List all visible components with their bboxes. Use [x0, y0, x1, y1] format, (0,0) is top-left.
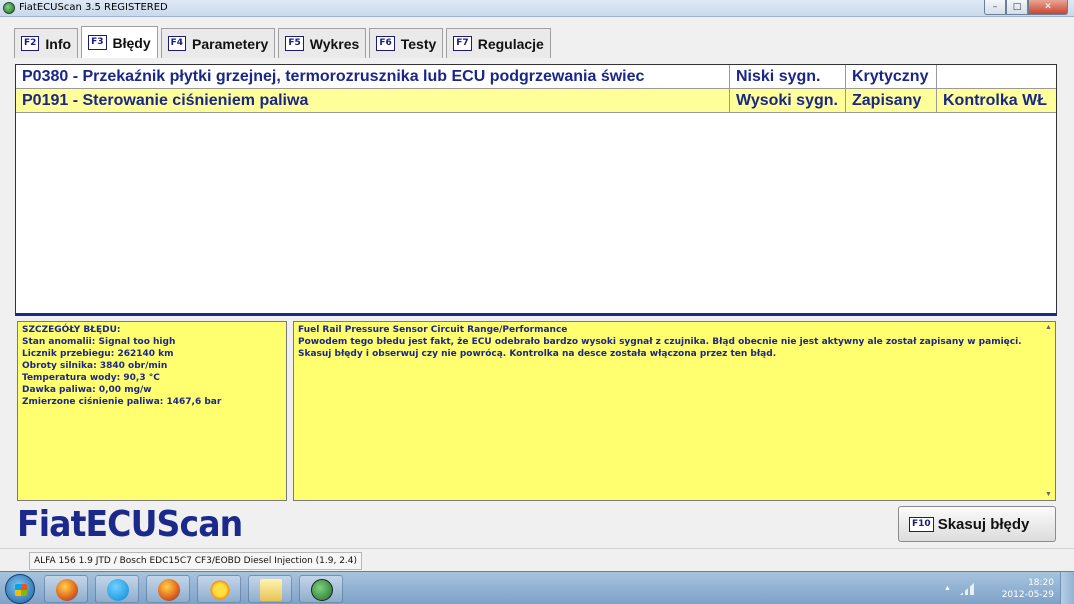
start-button-icon[interactable]: [5, 574, 35, 604]
fiatecuscan-logo: FiatECUScan: [17, 504, 243, 545]
close-button[interactable]: ✕: [1028, 0, 1068, 15]
error-description-panel[interactable]: Fuel Rail Pressure Sensor Circuit Range/…: [293, 321, 1056, 501]
window-controls: – □ ✕: [984, 0, 1068, 17]
taskbar: ▲ 18:20 2012-05-29: [0, 571, 1074, 604]
details-heading: SZCZEGÓŁY BŁĘDU:: [22, 325, 121, 335]
details-line: Zmierzone ciśnienie paliwa: 1467,6 bar: [22, 397, 222, 407]
tab-label: Regulacje: [477, 35, 544, 52]
status-bar: ALFA 156 1.9 JTD / Bosch EDC15C7 CF3/EOB…: [0, 548, 1074, 571]
description-title: Fuel Rail Pressure Sensor Circuit Range/…: [298, 325, 568, 335]
error-list: P0380 - Przekaźnik płytki grzejnej, term…: [15, 64, 1057, 316]
error-status: Zapisany: [846, 89, 937, 112]
error-details-text: SZCZEGÓŁY BŁĘDU: Stan anomalii: Signal t…: [18, 322, 286, 410]
tab-wykres[interactable]: F5 Wykres: [278, 28, 367, 58]
firefox-icon[interactable]: [44, 575, 88, 603]
tab-label: Info: [45, 35, 72, 52]
show-desktop-button[interactable]: [1060, 572, 1074, 604]
error-description: P0191 - Sterowanie ciśnieniem paliwa: [16, 89, 730, 112]
tab-label: Testy: [400, 35, 437, 52]
error-status: Krytyczny: [846, 65, 937, 88]
description-line: Skasuj błędy i obserwuj czy nie powrócą.…: [298, 349, 777, 359]
scroll-down-icon[interactable]: ▼: [1045, 491, 1052, 498]
details-line: Dawka paliwa: 0,00 mg/w: [22, 385, 152, 395]
minimize-button[interactable]: –: [984, 0, 1006, 15]
sun-icon[interactable]: [197, 575, 241, 603]
clock-date: 2012-05-29: [1001, 590, 1054, 600]
maximize-button[interactable]: □: [1006, 0, 1028, 15]
f7-key-icon: F7: [453, 36, 472, 51]
error-description: P0380 - Przekaźnik płytki grzejnej, term…: [16, 65, 730, 88]
error-lamp: Kontrolka WŁ: [943, 92, 1047, 109]
clock[interactable]: 18:20 2012-05-29: [1002, 577, 1054, 601]
error-row-selected[interactable]: P0191 - Sterowanie ciśnieniem paliwa Wys…: [16, 89, 1056, 113]
tab-label: Parametery: [192, 35, 269, 52]
f4-key-icon: F4: [167, 36, 187, 51]
error-description-text: Fuel Rail Pressure Sensor Circuit Range/…: [294, 322, 1055, 362]
clear-errors-button[interactable]: F10 Skasuj błędy: [898, 506, 1056, 542]
tab-bledy[interactable]: F3 Błędy: [81, 26, 158, 58]
details-line: Temperatura wody: 90,3 °C: [22, 373, 160, 383]
tab-label: Wykres: [309, 35, 360, 52]
details-line: Obroty silnika: 3840 obr/min: [22, 361, 168, 371]
tab-regulacje[interactable]: F7 Regulacje: [446, 28, 551, 58]
title-bar: FiatECUScan 3.5 REGISTERED – □ ✕: [0, 0, 1074, 17]
firefox-icon[interactable]: [146, 575, 190, 603]
vehicle-info: ALFA 156 1.9 JTD / Bosch EDC15C7 CF3/EOB…: [29, 552, 363, 570]
f5-key-icon: F5: [285, 36, 304, 51]
error-details-panel[interactable]: SZCZEGÓŁY BŁĘDU: Stan anomalii: Signal t…: [17, 321, 302, 501]
folder-icon[interactable]: [248, 575, 292, 603]
clock-time: 18:20: [1028, 578, 1054, 588]
error-lamp: [937, 65, 1056, 88]
system-tray: ▲ 18:20 2012-05-29: [934, 575, 1054, 603]
error-signal: Niski sygn.: [730, 65, 846, 88]
tray-expand-icon[interactable]: ▲: [944, 585, 951, 592]
fiatecuscan-icon[interactable]: [299, 575, 343, 603]
f2-key-icon: F2: [21, 36, 40, 51]
details-line: Licznik przebiegu: 262140 km: [22, 349, 174, 359]
description-scrollbar[interactable]: ▲ ▼: [1043, 322, 1055, 500]
tab-testy[interactable]: F6 Testy: [369, 28, 444, 58]
tab-parametery[interactable]: F4 Parametery: [160, 28, 276, 58]
skype-icon[interactable]: [95, 575, 139, 603]
details-line: Stan anomalii: Signal too high: [22, 337, 176, 347]
error-row[interactable]: P0380 - Przekaźnik płytki grzejnej, term…: [16, 65, 1056, 89]
clear-errors-label: Skasuj błędy: [937, 515, 1030, 533]
tab-label: Błędy: [112, 34, 151, 51]
f3-key-icon: F3: [88, 35, 107, 50]
scroll-up-icon[interactable]: ▲: [1045, 324, 1052, 331]
error-signal: Wysoki sygn.: [730, 89, 846, 112]
tab-info[interactable]: F2 Info: [14, 28, 79, 58]
tab-bar: F2 Info F3 Błędy F4 Parametery F5 Wykres…: [14, 26, 554, 58]
app-icon: [3, 2, 15, 14]
signal-icon[interactable]: [960, 583, 974, 595]
f10-key-icon: F10: [909, 516, 934, 532]
f6-key-icon: F6: [376, 36, 395, 51]
window-title: FiatECUScan 3.5 REGISTERED: [19, 2, 168, 13]
description-line: Powodem tego błedu jest fakt, że ECU ode…: [298, 337, 1022, 347]
